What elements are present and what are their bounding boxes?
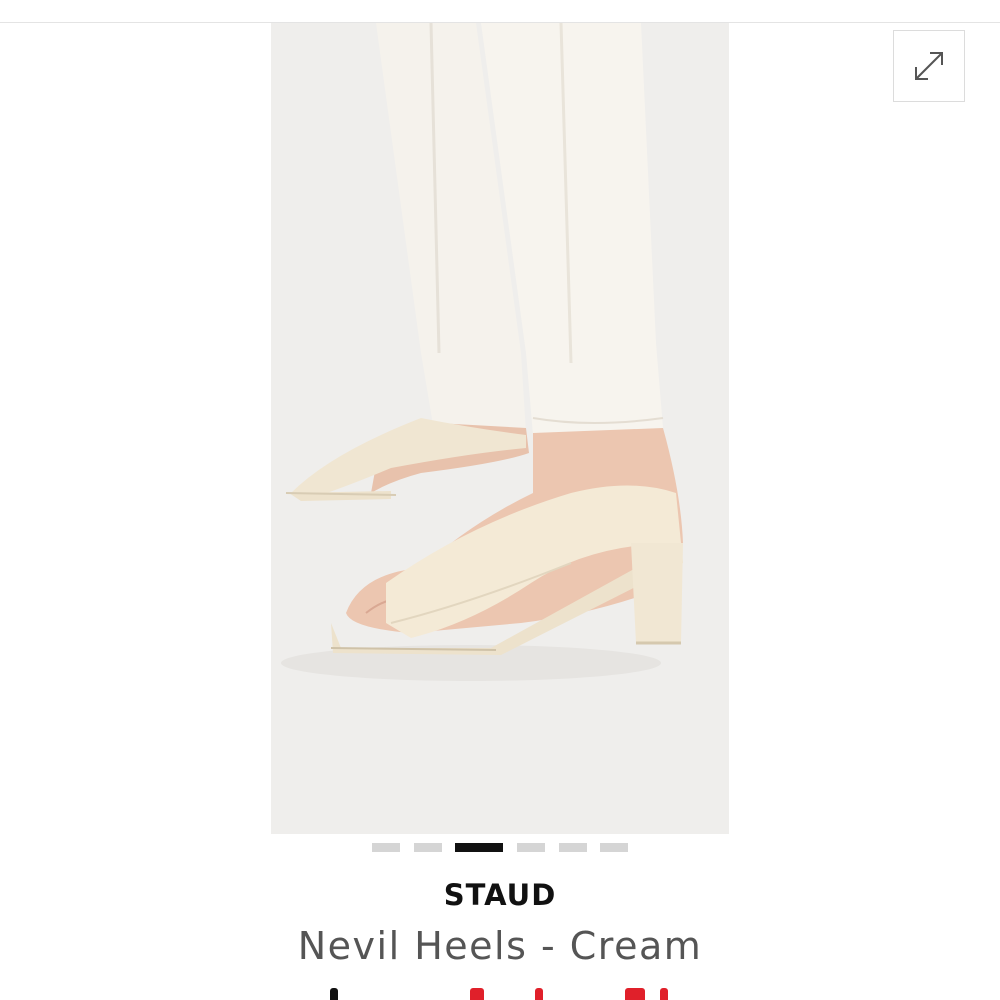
product-title: Nevil Heels - Cream — [297, 924, 703, 968]
sale-price-fragment — [535, 988, 543, 1000]
product-photo-illustration — [271, 23, 729, 834]
price-row-cropped — [320, 988, 680, 1000]
carousel-indicator — [0, 843, 1000, 853]
expand-arrows-icon — [915, 52, 943, 80]
carousel-dot-4[interactable] — [517, 843, 545, 852]
discount-fragment — [625, 988, 645, 1000]
carousel-dot-6[interactable] — [600, 843, 628, 852]
carousel-dot-2[interactable] — [414, 843, 442, 852]
expand-image-button[interactable] — [893, 30, 965, 102]
sale-price-fragment — [470, 988, 484, 1000]
carousel-dot-1[interactable] — [372, 843, 400, 852]
carousel-dot-5[interactable] — [559, 843, 587, 852]
discount-fragment — [660, 988, 668, 1000]
price-fragment — [330, 988, 338, 1000]
product-page: STAUD Nevil Heels - Cream — [0, 0, 1000, 1000]
product-image[interactable] — [271, 23, 729, 834]
brand-name[interactable]: STAUD — [0, 878, 1000, 912]
carousel-dot-3[interactable] — [455, 843, 503, 852]
